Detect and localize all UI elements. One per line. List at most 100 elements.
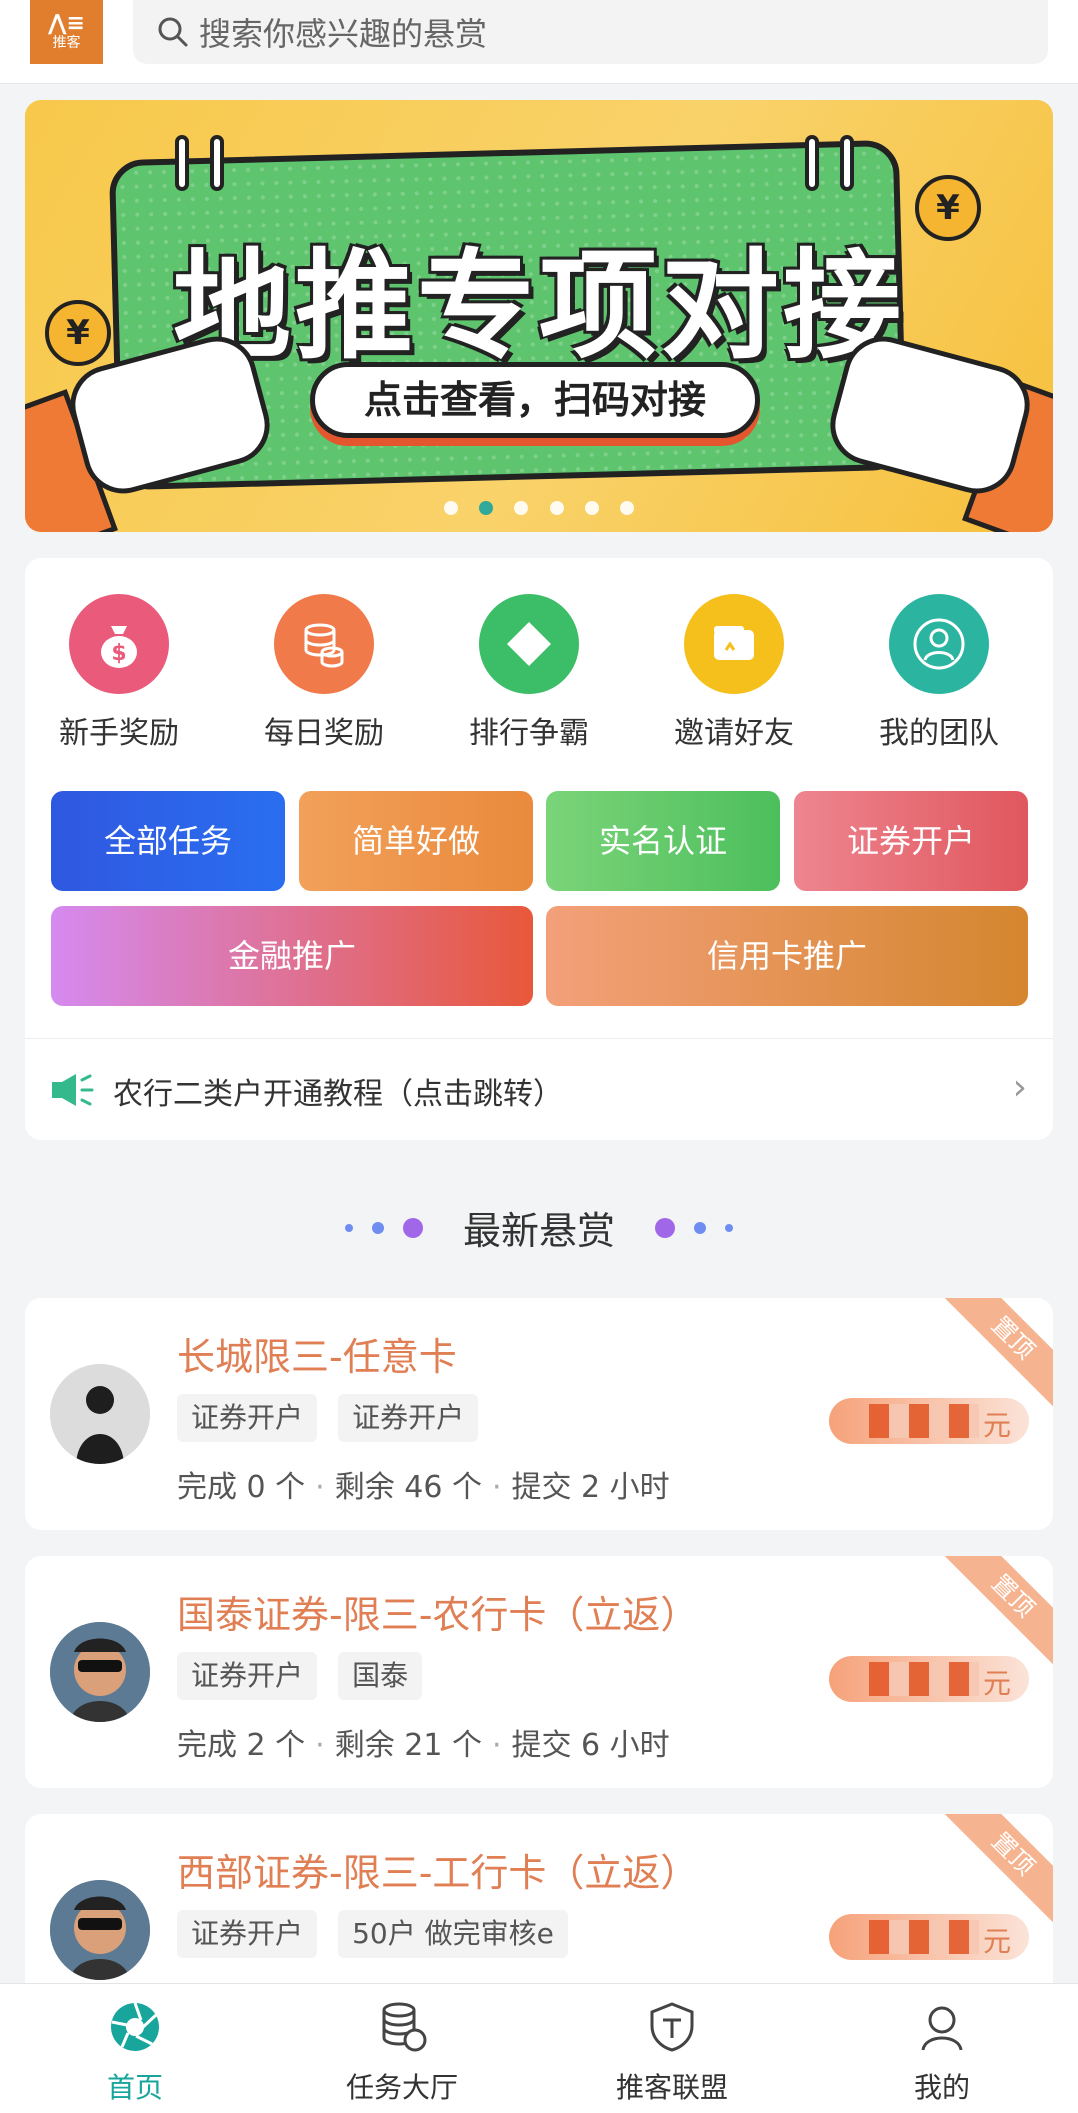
reward-value-redacted xyxy=(869,1920,979,1954)
avatar xyxy=(50,1622,150,1722)
dot-decoration xyxy=(344,1223,353,1232)
nav-label: 首页 xyxy=(106,2071,163,2104)
coins-stack-icon xyxy=(274,594,374,694)
task-card[interactable]: 国泰证券-限三-农行卡（立返） 证券开户 国泰 完成 2 个 · 剩余 21 个 · 提… xyxy=(25,1556,1053,1788)
section-title: 最新悬赏 xyxy=(462,1209,615,1253)
pinned-badge: 置顶 xyxy=(942,1814,1053,1925)
task-submit: 提交 2 小时 xyxy=(511,1470,670,1505)
chevron-right-icon: › xyxy=(1012,1067,1027,1108)
notice-bar[interactable]: 农行二类户开通教程（点击跳转） › xyxy=(25,1038,1053,1138)
carousel-dot[interactable] xyxy=(514,501,529,515)
task-submit: 提交 6 小时 xyxy=(511,1728,670,1763)
tile-securities[interactable]: 证券开户 xyxy=(794,791,1028,891)
tile-all-tasks[interactable]: 全部任务 xyxy=(51,791,285,891)
search-placeholder: 搜索你感兴趣的悬赏 xyxy=(199,15,488,53)
task-tag: 证券开户 xyxy=(177,1910,318,1958)
avatar xyxy=(50,1880,150,1980)
promo-banner[interactable]: ¥ ¥ 地推专项对接 点击查看，扫码对接 xyxy=(25,100,1053,532)
logo-mark-icon: ⋀≡ xyxy=(48,11,85,36)
task-stats: 完成 0 个 · 剩余 46 个 · 提交 2 小时 xyxy=(177,1462,670,1506)
money-bag-icon: $ xyxy=(69,594,169,694)
search-icon xyxy=(158,17,188,47)
banner-bar-decoration xyxy=(210,135,224,191)
banner-bar-decoration xyxy=(175,135,189,191)
dot-decoration xyxy=(371,1221,384,1234)
reward-unit: 元 xyxy=(982,1925,1011,1958)
user-icon xyxy=(921,2006,963,2051)
quick-item-my-team[interactable]: 我的团队 xyxy=(859,594,1019,752)
reward-amount: 元 xyxy=(829,1914,1029,1960)
reward-amount: 元 xyxy=(829,1398,1029,1444)
task-tags: 证券开户 50户 做完审核e xyxy=(177,1910,584,1958)
reward-unit: 元 xyxy=(982,1409,1011,1442)
notice-text: 农行二类户开通教程（点击跳转） xyxy=(113,1077,563,1112)
nav-alliance[interactable]: 推客联盟 xyxy=(572,2000,772,2106)
task-remain: 剩余 21 个 xyxy=(334,1728,482,1763)
shield-icon xyxy=(650,2002,694,2052)
tile-simple-tasks[interactable]: 简单好做 xyxy=(299,791,533,891)
quick-item-label: 邀请好友 xyxy=(674,716,794,751)
task-tag: 证券开户 xyxy=(177,1394,318,1442)
menu-card: $ 新手奖励 每日奖励 排行争霸 邀请好友 我的团队 全部任务 简单好做 实名认… xyxy=(25,558,1053,1140)
aperture-icon xyxy=(111,2002,159,2051)
database-icon xyxy=(382,2002,427,2052)
carousel-dot-active[interactable] xyxy=(479,501,494,515)
diamond-icon xyxy=(479,594,579,694)
quick-item-newbie-reward[interactable]: $ 新手奖励 xyxy=(39,594,199,752)
quick-item-invite[interactable]: 邀请好友 xyxy=(654,594,814,752)
speaker-icon xyxy=(52,1074,94,1106)
nav-label: 任务大厅 xyxy=(345,2071,458,2104)
task-remain: 剩余 46 个 xyxy=(334,1470,482,1505)
task-stats: 完成 2 个 · 剩余 21 个 · 提交 6 小时 xyxy=(177,1720,670,1764)
tile-finance-promo[interactable]: 金融推广 xyxy=(51,906,533,1006)
pinned-badge: 置顶 xyxy=(942,1556,1053,1667)
app-logo[interactable]: ⋀≡ 推客 xyxy=(30,0,103,64)
separator-dot: · xyxy=(491,1728,502,1763)
reward-amount: 元 xyxy=(829,1656,1029,1702)
carousel-dot[interactable] xyxy=(444,501,459,515)
tile-credit-card-promo[interactable]: 信用卡推广 xyxy=(546,906,1028,1006)
banner-bar-decoration xyxy=(840,135,854,191)
separator-dot: · xyxy=(315,1728,325,1763)
banner-subtitle: 点击查看，扫码对接 xyxy=(310,362,760,438)
nav-mine[interactable]: 我的 xyxy=(842,2000,1042,2106)
nav-label: 推客联盟 xyxy=(615,2071,728,2104)
reward-value-redacted xyxy=(869,1662,979,1696)
carousel-dots[interactable] xyxy=(25,500,1053,519)
task-done: 完成 0 个 xyxy=(177,1470,306,1505)
logo-text: 推客 xyxy=(52,35,81,51)
task-tags: 证券开户 证券开户 xyxy=(177,1394,494,1442)
carousel-dot[interactable] xyxy=(584,501,599,515)
dot-decoration xyxy=(655,1217,676,1238)
user-icon xyxy=(889,594,989,694)
quick-item-label: 排行争霸 xyxy=(469,716,589,751)
carousel-dot[interactable] xyxy=(619,501,634,515)
pinned-badge: 置顶 xyxy=(942,1298,1053,1409)
separator-dot: · xyxy=(491,1470,502,1505)
tile-real-name[interactable]: 实名认证 xyxy=(546,791,780,891)
quick-item-label: 每日奖励 xyxy=(264,716,384,751)
task-tags: 证券开户 国泰 xyxy=(177,1652,438,1700)
top-header: ⋀≡ 推客 搜索你感兴趣的悬赏 xyxy=(0,0,1078,84)
dot-decoration xyxy=(402,1217,423,1238)
reward-unit: 元 xyxy=(982,1667,1011,1700)
carousel-dot[interactable] xyxy=(549,501,564,515)
separator-dot: · xyxy=(315,1470,325,1505)
quick-item-label: 新手奖励 xyxy=(59,716,179,751)
search-bar[interactable]: 搜索你感兴趣的悬赏 xyxy=(133,0,1048,64)
avatar xyxy=(50,1364,150,1464)
task-tag: 50户 做完审核e xyxy=(338,1910,568,1958)
quick-item-ranking[interactable]: 排行争霸 xyxy=(449,594,609,752)
task-card[interactable]: 长城限三-任意卡 证券开户 证券开户 完成 0 个 · 剩余 46 个 · 提交 2 小… xyxy=(25,1298,1053,1530)
bottom-nav: 首页 任务大厅 推客联盟 我的 xyxy=(0,1983,1078,2113)
banner-bar-decoration xyxy=(805,135,819,191)
wallet-icon xyxy=(684,594,784,694)
task-title: 国泰证券-限三-农行卡（立返） xyxy=(177,1593,699,1637)
quick-item-label: 我的团队 xyxy=(879,716,999,751)
nav-task-hall[interactable]: 任务大厅 xyxy=(302,2000,502,2106)
task-done: 完成 2 个 xyxy=(177,1728,306,1763)
task-title: 西部证券-限三-工行卡（立返） xyxy=(177,1851,699,1895)
quick-item-daily-reward[interactable]: 每日奖励 xyxy=(244,594,404,752)
task-tag: 证券开户 xyxy=(177,1652,318,1700)
nav-home[interactable]: 首页 xyxy=(35,2000,235,2106)
